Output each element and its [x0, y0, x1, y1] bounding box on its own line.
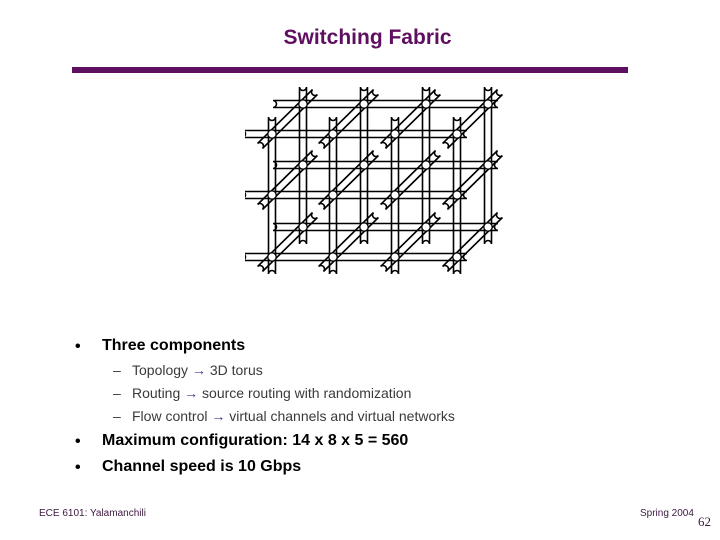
depth-ring-link [256, 149, 319, 211]
router-node [421, 99, 431, 109]
router-node [328, 190, 338, 200]
slide-title: Switching Fabric [283, 26, 452, 49]
depth-ring-link [379, 211, 442, 273]
depth-ring-link [441, 88, 504, 150]
arrow-right-icon: → [211, 408, 226, 424]
router-node [483, 222, 493, 232]
router-node [328, 129, 338, 139]
arrow-right-icon: → [191, 362, 206, 378]
router-node [267, 252, 277, 262]
arrow-right-icon: → [184, 385, 199, 401]
router-node [421, 222, 431, 232]
depth-ring-link [317, 211, 380, 273]
dash-icon: – [113, 408, 121, 424]
depth-ring-link [256, 211, 319, 273]
sub-item-topology: – Topology → 3D torus [113, 362, 263, 378]
depth-ring-link [256, 88, 319, 150]
router-node [390, 129, 400, 139]
page-number: 62 [698, 514, 711, 529]
sub-item-routing: – Routing → source routing with randomiza… [113, 385, 412, 401]
footer-course: ECE 6101: Yalamanchili [39, 508, 146, 519]
router-node [452, 129, 462, 139]
bullet-three-components: Three components [102, 337, 246, 354]
depth-ring-link [379, 88, 442, 150]
title-divider [72, 67, 628, 73]
bullet-max-configuration: Maximum configuration: 14 x 8 x 5 = 560 [102, 432, 409, 449]
dash-icon: – [113, 385, 121, 401]
router-node [298, 160, 308, 170]
depth-ring-link [379, 149, 442, 211]
depth-ring-link [441, 149, 504, 211]
router-node [452, 252, 462, 262]
router-node [483, 99, 493, 109]
bullet-icon: • [75, 459, 81, 476]
router-node [359, 222, 369, 232]
depth-ring-link [317, 149, 380, 211]
router-node [328, 252, 338, 262]
bullet-icon: • [75, 338, 81, 355]
sub-item-flow-control: – Flow control → virtual channels and vir… [113, 408, 455, 424]
torus-diagram [245, 86, 504, 275]
router-node [267, 190, 277, 200]
router-node [390, 190, 400, 200]
router-node [298, 222, 308, 232]
router-node [298, 99, 308, 109]
bullet-channel-speed: Channel speed is 10 Gbps [102, 458, 302, 475]
depth-ring-link [441, 211, 504, 273]
router-node [421, 160, 431, 170]
depth-ring-link [317, 88, 380, 150]
footer-term: Spring 2004 [640, 508, 694, 519]
router-node [390, 252, 400, 262]
router-node [359, 99, 369, 109]
router-node [483, 160, 493, 170]
router-node [267, 129, 277, 139]
dash-icon: – [113, 362, 121, 378]
router-node [359, 160, 369, 170]
router-node [452, 190, 462, 200]
bullet-icon: • [75, 433, 81, 450]
